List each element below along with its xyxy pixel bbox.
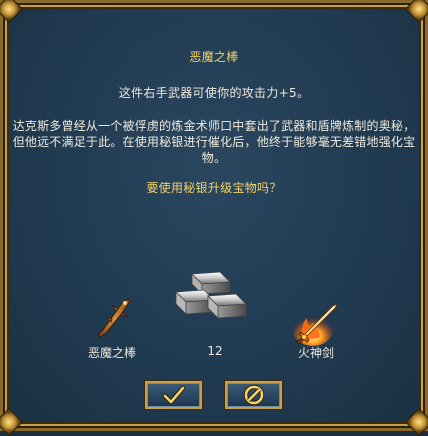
source-item-label: 恶魔之棒: [87, 346, 136, 360]
fire-sword-icon[interactable]: [293, 300, 341, 346]
frame-corner-ornament: [404, 0, 428, 24]
material-count: 12: [207, 344, 223, 358]
result-item-label: 火神剑: [297, 346, 334, 360]
frame-corner-ornament: [0, 407, 24, 436]
dialog-title: 恶魔之棒: [189, 50, 239, 64]
confirm-button[interactable]: [145, 381, 202, 409]
mithril-bars-icon: [170, 268, 250, 330]
upgrade-dialog: 恶魔之棒 这件右手武器可使你的攻击力+5。 达克斯多曾经从一个被俘虏的炼金术师口…: [0, 0, 428, 436]
upgrade-question: 要使用秘银升级宝物吗？: [146, 181, 282, 195]
cancel-button[interactable]: [225, 381, 282, 409]
checkmark-icon: [162, 385, 185, 405]
demon-staff-icon[interactable]: [92, 295, 136, 339]
frame-corner-ornament: [0, 0, 24, 24]
frame-corner-ornament: [404, 407, 428, 436]
item-effect-text: 这件右手武器可使你的攻击力+5。: [118, 86, 310, 100]
item-description: 达克斯多曾经从一个被俘虏的炼金术师口中套出了武器和盾牌炼制的奥秘，但他远不满足于…: [12, 119, 416, 165]
prohibit-icon: [243, 384, 264, 406]
